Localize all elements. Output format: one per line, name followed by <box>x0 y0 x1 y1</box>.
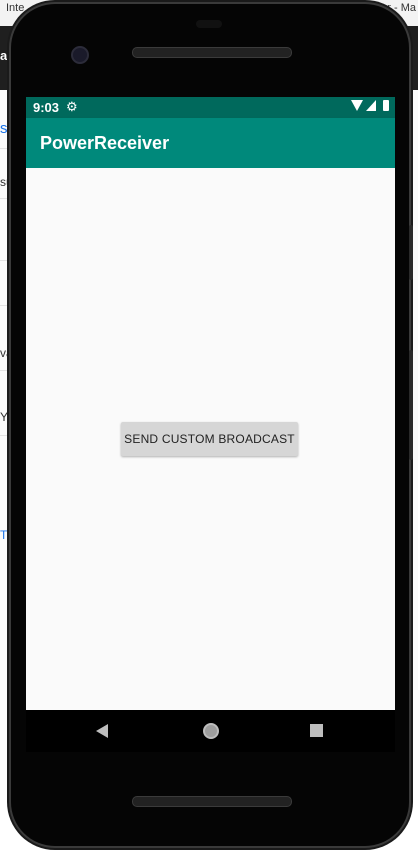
background-fragment: T <box>0 528 8 542</box>
back-triangle-icon[interactable] <box>96 724 108 738</box>
home-circle-icon[interactable] <box>203 723 219 739</box>
volume-button[interactable] <box>409 225 413 280</box>
app-content: SEND CUSTOM BROADCAST <box>26 168 395 710</box>
status-icons <box>351 100 389 111</box>
gear-icon: ⚙ <box>66 99 78 114</box>
background-fragment: st <box>0 120 12 137</box>
status-bar: 9:03 ⚙ <box>26 97 395 118</box>
battery-icon <box>383 100 389 111</box>
send-custom-broadcast-button[interactable]: SEND CUSTOM BROADCAST <box>121 422 298 456</box>
wifi-icon <box>351 100 363 111</box>
app-bar: PowerReceiver <box>26 118 395 168</box>
proximity-sensor <box>196 20 222 28</box>
power-button[interactable] <box>409 350 413 460</box>
background-tab-left: Inte <box>6 2 25 14</box>
front-camera-icon <box>71 46 89 64</box>
bottom-speaker <box>132 796 292 807</box>
app-title: PowerReceiver <box>40 133 170 153</box>
status-time: 9:03 <box>33 100 60 115</box>
device-screen: 9:03 ⚙ PowerReceiver SEND CUSTOM BROADCA… <box>26 97 395 710</box>
signal-icon <box>366 100 376 111</box>
navigation-bar <box>26 710 395 752</box>
recent-square-icon[interactable] <box>310 724 323 737</box>
earpiece-speaker <box>132 47 292 58</box>
